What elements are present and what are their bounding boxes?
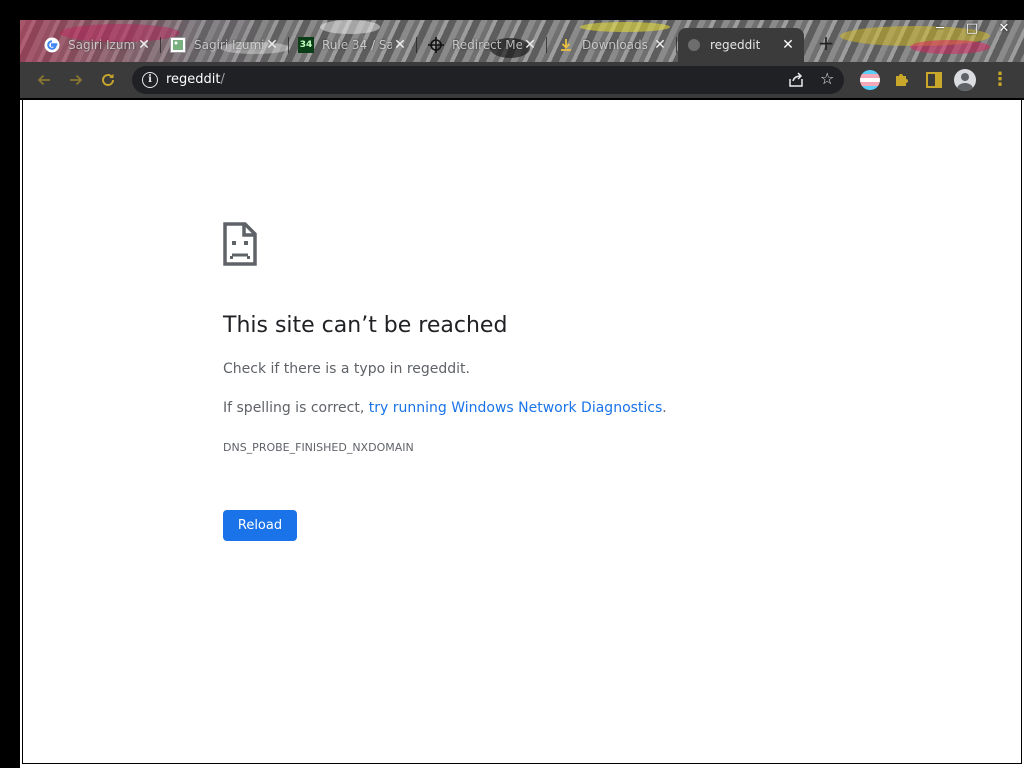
tab-sagiri-izumi-image[interactable]: Sagiri Izumi ✕ [162,28,289,62]
tab-downloads[interactable]: Downloads ✕ [550,28,677,62]
kebab-menu-icon[interactable]: ⋮ [990,70,1010,90]
forward-button[interactable] [64,68,88,92]
typo-hint: Check if there is a typo in regeddit. [223,361,470,377]
tab-regeddit[interactable]: regeddit ✕ [678,28,804,62]
extensions-puzzle-icon[interactable] [892,70,912,90]
tab-title: Redirect Me [452,38,522,52]
toolbar: i regeddit/ ☆ ⋮ [20,62,1024,98]
back-button[interactable] [32,68,56,92]
close-tab-icon[interactable]: ✕ [136,37,152,53]
close-window-button[interactable]: ✕ [988,20,1020,40]
reload-button[interactable]: Reload [223,510,297,541]
error-code: DNS_PROBE_FINISHED_NXDOMAIN [223,441,414,454]
close-tab-icon[interactable]: ✕ [522,37,538,53]
share-icon[interactable] [787,71,805,89]
error-heading: This site can’t be reached [223,313,508,338]
tab-rule34[interactable]: 34 Rule 34 / Sa ✕ [290,28,417,62]
browser-window: Sagiri Izumi ✕ Sagiri Izumi ✕ 34 Rule 34… [20,20,1024,768]
tab-title: Downloads [582,38,648,52]
close-tab-icon[interactable]: ✕ [780,37,796,53]
close-tab-icon[interactable]: ✕ [652,37,668,53]
url-text[interactable]: regeddit/ [166,72,225,87]
spelling-hint: If spelling is correct, try running Wind… [223,400,667,416]
tab-strip: Sagiri Izumi ✕ Sagiri Izumi ✕ 34 Rule 34… [20,20,1024,62]
maximize-button[interactable]: □ [956,20,988,40]
new-tab-button[interactable]: + [816,33,836,54]
error-page: This site can’t be reached Check if ther… [22,100,1022,764]
tab-title: Sagiri Izumi [194,38,264,52]
globe-icon [686,37,702,53]
tab-redirect[interactable]: Redirect Me ✕ [420,28,547,62]
address-bar[interactable]: i regeddit/ ☆ [132,66,844,94]
tab-title: regeddit [710,38,761,52]
close-tab-icon[interactable]: ✕ [392,37,408,53]
tab-sagiri-izumi-google[interactable]: Sagiri Izumi ✕ [36,28,161,62]
tab-title: Rule 34 / Sa [322,38,392,52]
crosshair-icon [428,37,444,53]
screen-border [0,0,20,768]
tab-title: Sagiri Izumi [68,38,136,52]
network-diagnostics-link[interactable]: try running Windows Network Diagnostics [369,400,663,416]
bookmark-star-icon[interactable]: ☆ [820,69,834,88]
close-tab-icon[interactable]: ✕ [264,37,280,53]
profile-avatar-icon[interactable] [954,69,976,91]
image-icon [170,37,186,53]
download-icon [558,37,574,53]
info-icon[interactable]: i [142,72,158,88]
minimize-button[interactable]: ─ [924,20,956,40]
sad-page-icon [223,222,257,270]
side-panel-icon[interactable] [924,70,944,90]
rule34-icon: 34 [298,37,314,53]
reload-icon[interactable] [96,68,120,92]
google-icon [44,37,60,53]
trans-flag-extension-icon[interactable] [860,70,880,90]
